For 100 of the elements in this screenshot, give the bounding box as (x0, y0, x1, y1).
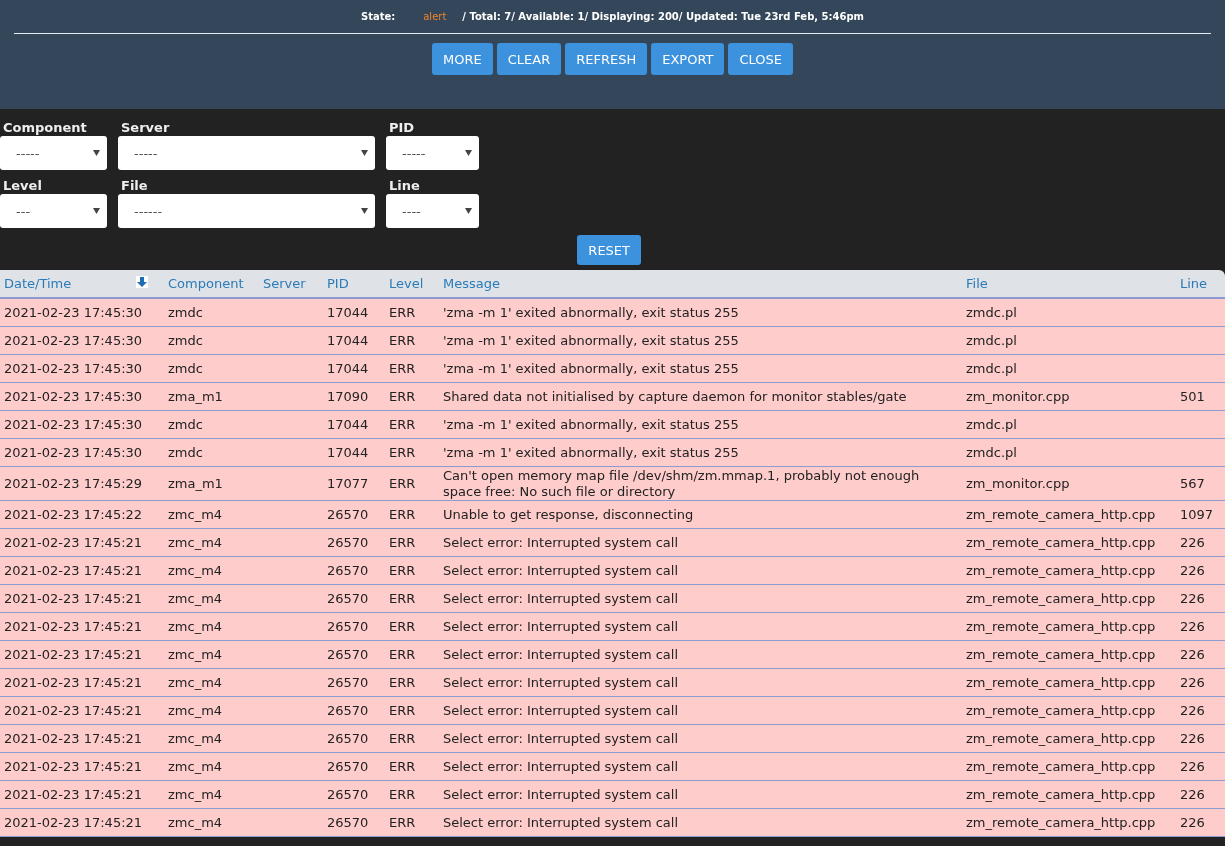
column-header[interactable]: Message (443, 276, 500, 291)
table-cell: 26570 (327, 619, 369, 634)
status-summary: / Total: 7/ Available: 1/ Displaying: 200/ Updated: Tue 23rd Feb, 5:46pm (462, 11, 865, 22)
table-cell: 26570 (327, 731, 369, 746)
filter-dropdown[interactable]: ----- (386, 136, 479, 170)
table-cell: zm_remote_camera_http.cpp (966, 507, 1156, 522)
table-cell: 226 (1180, 535, 1205, 550)
table-cell: 2021-02-23 17:45:21 (4, 535, 143, 550)
table-cell: zm_remote_camera_http.cpp (966, 647, 1156, 662)
table-cell: 2021-02-23 17:45:29 (4, 476, 143, 491)
table-cell: Select error: Interrupted system call (443, 535, 679, 550)
filter-dropdown[interactable]: ----- (0, 136, 107, 170)
table-cell: Unable to get response, disconnecting (443, 507, 694, 522)
table-cell: 2021-02-23 17:45:22 (4, 507, 143, 522)
filter-dropdown[interactable]: ---- (386, 194, 479, 228)
table-cell: 2021-02-23 17:45:30 (4, 389, 143, 404)
table-cell: 1097 (1180, 507, 1214, 522)
table-cell: 17077 (327, 476, 369, 491)
column-header[interactable]: PID (327, 276, 349, 291)
table-cell: 2021-02-23 17:45:30 (4, 333, 143, 348)
table-cell: 17090 (327, 389, 369, 404)
table-cell: 26570 (327, 591, 369, 606)
state-value: alert (423, 11, 447, 22)
table-cell: ERR (389, 619, 416, 634)
toolbar-button[interactable]: REFRESH (565, 43, 648, 75)
table-cell: 'zma -m 1' exited abnormally, exit status 255 (443, 445, 739, 460)
table-cell: ERR (389, 703, 416, 718)
toolbar-button[interactable]: CLEAR (496, 43, 562, 75)
toolbar-button[interactable]: EXPORT (651, 43, 725, 75)
table-cell: zmdc (168, 333, 203, 348)
column-header[interactable]: File (966, 276, 988, 291)
table-cell: zmdc (168, 417, 203, 432)
table-cell: Select error: Interrupted system call (443, 759, 679, 774)
table-cell: zmdc.pl (966, 417, 1017, 432)
table-cell: 26570 (327, 787, 369, 802)
filter-label: Line (388, 177, 421, 194)
sort-arrow-icon[interactable] (136, 276, 148, 288)
table-cell: ERR (389, 759, 416, 774)
table-cell: ERR (389, 731, 416, 746)
table-cell: zmdc.pl (966, 333, 1017, 348)
table-cell: 226 (1180, 703, 1205, 718)
table-cell: 2021-02-23 17:45:21 (4, 731, 143, 746)
table-cell: 26570 (327, 703, 369, 718)
caret-icon (361, 208, 368, 214)
table-cell: zmc_m4 (168, 647, 223, 662)
table-cell: 2021-02-23 17:45:21 (4, 647, 143, 662)
table-cell: 2021-02-23 17:45:30 (4, 417, 143, 432)
filter-dropdown[interactable]: ----- (118, 136, 375, 170)
table-cell: Select error: Interrupted system call (443, 731, 679, 746)
table-cell: 17044 (327, 445, 369, 460)
table-cell: zmc_m4 (168, 535, 223, 550)
table-cell: 2021-02-23 17:45:30 (4, 445, 143, 460)
table-cell: zmdc.pl (966, 305, 1017, 320)
filter-dropdown[interactable]: ------ (118, 194, 375, 228)
toolbar-button[interactable]: MORE (432, 43, 493, 75)
table-cell: 2021-02-23 17:45:21 (4, 563, 143, 578)
state-label: State: (360, 11, 396, 22)
table-cell: zm_monitor.cpp (966, 476, 1070, 491)
table-cell: 17044 (327, 361, 369, 376)
table-cell: zm_remote_camera_http.cpp (966, 703, 1156, 718)
table-cell: zmdc.pl (966, 361, 1017, 376)
filter-dropdown[interactable]: --- (0, 194, 107, 228)
toolbar-button[interactable]: CLOSE (728, 43, 793, 75)
table-cell: zm_remote_camera_http.cpp (966, 591, 1156, 606)
table-cell: Select error: Interrupted system call (443, 815, 679, 830)
table-cell: ERR (389, 333, 416, 348)
table-cell: 2021-02-23 17:45:21 (4, 787, 143, 802)
table-cell: Select error: Interrupted system call (443, 619, 679, 634)
table-cell: zm_remote_camera_http.cpp (966, 787, 1156, 802)
table-cell: zmdc (168, 305, 203, 320)
table-cell: zmdc.pl (966, 445, 1017, 460)
table-cell: ERR (389, 389, 416, 404)
table-cell: Shared data not initialised by capture daemon for monitor stables/gate (443, 389, 907, 404)
table-cell: Select error: Interrupted system call (443, 647, 679, 662)
filter-label: PID (388, 119, 416, 136)
table-cell: ERR (389, 361, 416, 376)
table-cell: ERR (389, 647, 416, 662)
table-cell: ERR (389, 563, 416, 578)
table-cell: zm_remote_camera_http.cpp (966, 619, 1156, 634)
table-cell: 226 (1180, 815, 1205, 830)
table-cell: 226 (1180, 675, 1205, 690)
table-cell: 26570 (327, 675, 369, 690)
table-cell: zmc_m4 (168, 703, 223, 718)
table-cell: zmc_m4 (168, 619, 223, 634)
caret-icon (465, 150, 472, 156)
table-cell: zmc_m4 (168, 759, 223, 774)
table-cell: zmc_m4 (168, 591, 223, 606)
table-cell: 226 (1180, 563, 1205, 578)
table-cell: 226 (1180, 731, 1205, 746)
table-cell: ERR (389, 417, 416, 432)
table-cell: zm_remote_camera_http.cpp (966, 731, 1156, 746)
table-cell: 226 (1180, 759, 1205, 774)
table-cell: 26570 (327, 815, 369, 830)
caret-icon (465, 208, 472, 214)
table-cell: zm_remote_camera_http.cpp (966, 815, 1156, 830)
filter-label: Component (2, 119, 88, 136)
table-cell: 2021-02-23 17:45:21 (4, 703, 143, 718)
table-cell: Select error: Interrupted system call (443, 703, 679, 718)
table-cell: 'zma -m 1' exited abnormally, exit status 255 (443, 305, 739, 320)
reset-button[interactable]: RESET (577, 235, 641, 265)
